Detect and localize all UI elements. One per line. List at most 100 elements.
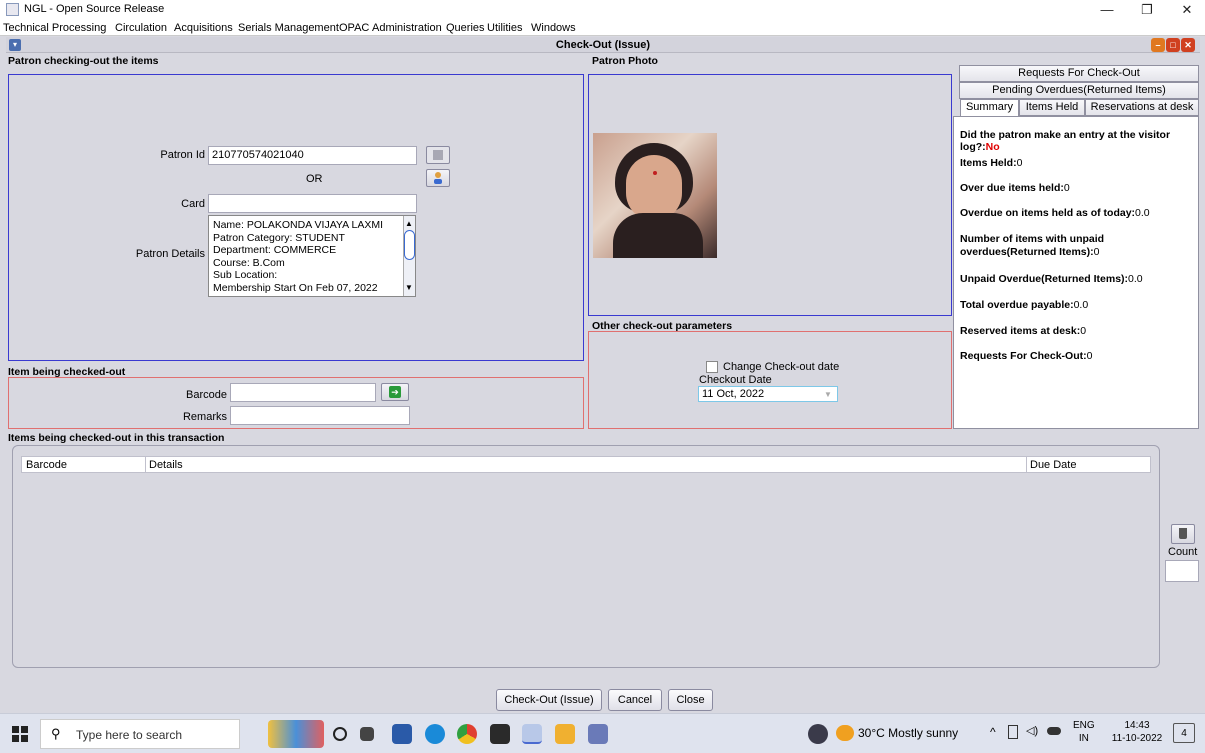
region-label: IN — [1078, 733, 1089, 744]
summary-panel: Did the patron make an entry at the visi… — [953, 116, 1199, 429]
chrome-icon[interactable] — [457, 724, 477, 744]
column-divider — [1026, 457, 1027, 472]
reserved-label: Reserved items at desk: — [960, 325, 1081, 337]
card-label: Card — [181, 198, 205, 210]
items-held-value: 0 — [1016, 157, 1023, 169]
patron-search-button[interactable] — [426, 169, 450, 187]
count-label: Count — [1168, 546, 1198, 558]
window-close-button[interactable]: ✕ — [1173, 1, 1201, 19]
tab-summary[interactable]: Summary — [960, 99, 1019, 116]
frame-minimize-button[interactable]: – — [1151, 38, 1165, 52]
taskbar: ⚲ Type here to search 30°C Mostly sunny … — [0, 713, 1205, 753]
change-date-label: Change Check-out date — [723, 361, 840, 373]
task-view-icon[interactable] — [360, 727, 374, 741]
frame-title: Check-Out (Issue) — [555, 39, 651, 51]
clock-date: 11-10-2022 — [1111, 733, 1163, 744]
grid-icon — [433, 150, 443, 160]
patron-id-label: Patron Id — [160, 149, 205, 161]
remarks-label: Remarks — [182, 411, 227, 423]
patron-id-input[interactable]: 210770574021040 — [208, 146, 417, 165]
scroll-up-icon[interactable]: ▲ — [405, 218, 413, 231]
overdue-today-line: Overdue on items held as of today:0.0 — [960, 207, 1150, 219]
cancel-button[interactable]: Cancel — [608, 689, 662, 711]
taskbar-search-box[interactable]: ⚲ Type here to search — [40, 719, 240, 749]
scroll-thumb[interactable] — [404, 230, 415, 260]
checkout-issue-button[interactable]: Check-Out (Issue) — [496, 689, 602, 711]
barcode-go-button[interactable]: ➔ — [381, 383, 409, 401]
tab-items-held[interactable]: Items Held — [1019, 99, 1085, 116]
photo-panel — [588, 74, 952, 316]
tab-pending-overdues[interactable]: Pending Overdues(Returned Items) — [959, 82, 1199, 99]
store-icon[interactable] — [392, 724, 412, 744]
overdue-items-label: Over due items held: — [960, 182, 1064, 194]
table-header: Barcode Details Due Date — [21, 456, 1151, 473]
ngl-app-icon[interactable] — [522, 724, 542, 744]
card-input[interactable] — [208, 194, 417, 213]
windows-start-icon[interactable] — [12, 726, 28, 742]
photo-shoulders — [613, 213, 703, 258]
tab-reservations-at-desk[interactable]: Reservations at desk — [1085, 99, 1199, 116]
patron-section-title: Patron checking-out the items — [8, 55, 159, 67]
column-due-date[interactable]: Due Date — [1030, 459, 1076, 471]
cortana-icon[interactable] — [333, 727, 347, 741]
patron-detail-line: Name: POLAKONDA VIJAYA LAXMI — [213, 219, 384, 231]
unpaid-overdue-line: Unpaid Overdue(Returned Items):0.0 — [960, 273, 1143, 285]
menu-queries[interactable]: Queries — [446, 22, 485, 34]
reserved-value: 0 — [1080, 325, 1087, 337]
patron-details-box[interactable]: Name: POLAKONDA VIJAYA LAXMI Patron Cate… — [208, 215, 416, 297]
menu-utilities[interactable]: Utilities — [487, 22, 522, 34]
visitor-log-line: Did the patron make an entry at the visi… — [960, 129, 1198, 153]
requests-label: Requests For Check-Out: — [960, 350, 1087, 362]
details-scrollbar[interactable]: ▲ ▼ — [403, 216, 415, 296]
menu-windows[interactable]: Windows — [531, 22, 576, 34]
checkout-date-field[interactable]: 11 Oct, 2022 — [698, 386, 838, 402]
transaction-table: Barcode Details Due Date — [12, 445, 1160, 668]
file-explorer-icon[interactable] — [555, 724, 575, 744]
menu-circulation[interactable]: Circulation — [115, 22, 167, 34]
search-placeholder: Type here to search — [76, 728, 183, 742]
remarks-input[interactable] — [230, 406, 410, 425]
patron-id-lookup-button[interactable] — [426, 146, 450, 164]
scroll-down-icon[interactable]: ▼ — [405, 282, 413, 295]
unpaid-overdue-value: 0.0 — [1128, 273, 1143, 285]
overdue-today-value: 0.0 — [1135, 207, 1150, 219]
change-date-checkbox[interactable] — [706, 361, 718, 373]
edge-icon[interactable] — [425, 724, 445, 744]
tab-requests-for-checkout[interactable]: Requests For Check-Out — [959, 65, 1199, 82]
frame-maximize-button[interactable]: □ — [1166, 38, 1180, 52]
menu-serials-management[interactable]: Serials Management — [238, 22, 339, 34]
date-dropdown-icon[interactable]: ▼ — [824, 390, 832, 399]
help-icon[interactable] — [808, 724, 828, 744]
frame-close-button[interactable]: ✕ — [1181, 38, 1195, 52]
patron-panel: Patron Id 210770574021040 OR Card Patron… — [8, 74, 584, 361]
window-minimize-button[interactable]: — — [1093, 1, 1121, 19]
trash-icon — [1179, 528, 1187, 539]
network-icon[interactable] — [1008, 725, 1018, 739]
tray-chevron-icon[interactable]: ^ — [990, 725, 996, 739]
requests-line: Requests For Check-Out:0 — [960, 350, 1092, 362]
frame-body: Patron checking-out the items Patron Id … — [6, 53, 1200, 713]
terminal-icon[interactable] — [490, 724, 510, 744]
close-button[interactable]: Close — [668, 689, 713, 711]
reserved-line: Reserved items at desk:0 — [960, 325, 1086, 337]
menu-acquisitions[interactable]: Acquisitions — [174, 22, 233, 34]
weather-icon[interactable] — [836, 725, 854, 741]
language-indicator[interactable]: ENG IN — [1073, 719, 1095, 745]
clock[interactable]: 14:43 11-10-2022 — [1109, 719, 1165, 745]
window-maximize-button[interactable]: ❐ — [1133, 1, 1161, 19]
delete-item-button[interactable] — [1171, 524, 1195, 544]
patron-detail-line: Sub Location: — [213, 269, 278, 281]
column-barcode[interactable]: Barcode — [26, 459, 67, 471]
app-icon — [6, 3, 19, 16]
notepad-icon[interactable] — [588, 724, 608, 744]
menu-technical-processing[interactable]: Technical Processing — [3, 22, 106, 34]
volume-icon[interactable]: ◁) — [1026, 724, 1038, 737]
weather-text[interactable]: 30°C Mostly sunny — [858, 726, 958, 740]
menu-opac[interactable]: OPAC — [339, 22, 369, 34]
search-highlight-icon[interactable] — [268, 720, 324, 748]
barcode-input[interactable] — [230, 383, 376, 402]
menu-administration[interactable]: Administration — [372, 22, 442, 34]
notification-center-icon[interactable]: 4 — [1173, 723, 1195, 743]
column-details[interactable]: Details — [149, 459, 183, 471]
cloud-icon[interactable] — [1047, 727, 1061, 735]
